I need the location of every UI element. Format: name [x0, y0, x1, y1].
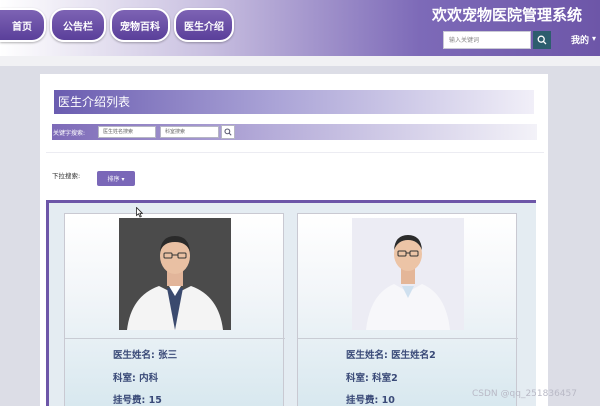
- keyword-search-label: 关键字搜索:: [53, 130, 86, 137]
- doctor-fee: 挂号费: 10: [346, 395, 395, 406]
- page-title: 医生介绍列表: [54, 90, 534, 114]
- photo-divider: [65, 338, 285, 339]
- doctor-department: 科室: 科室2: [346, 373, 398, 384]
- doctor-photo: [352, 218, 464, 330]
- search-icon: [537, 35, 547, 45]
- search-icon: [224, 128, 232, 136]
- nav-home[interactable]: 首页: [0, 8, 46, 42]
- doctor-fee: 挂号费: 15: [113, 395, 162, 406]
- nav-pet-encyclopedia[interactable]: 宠物百科: [110, 8, 170, 42]
- header-search-input[interactable]: [443, 31, 531, 49]
- doctor-department: 科室: 内科: [113, 373, 159, 384]
- header-strip: [0, 56, 600, 66]
- dropdown-search-label: 下拉搜索:: [52, 172, 81, 180]
- header-search: [443, 31, 551, 49]
- divider: [46, 152, 544, 153]
- department-search-input[interactable]: [160, 126, 219, 138]
- main-nav: 首页 公告栏 宠物百科 医生介绍: [0, 8, 238, 42]
- doctor-name: 医生姓名: 张三: [113, 350, 178, 361]
- nav-announcements[interactable]: 公告栏: [50, 8, 106, 42]
- user-menu[interactable]: 我的: [571, 33, 589, 46]
- nav-doctor-intro[interactable]: 医生介绍: [174, 8, 234, 42]
- doctor-name: 医生姓名: 医生姓名2: [346, 350, 436, 361]
- chevron-down-icon[interactable]: ▾: [592, 34, 596, 43]
- mouse-cursor-icon: [136, 203, 144, 222]
- keyword-search-button[interactable]: [221, 125, 235, 139]
- top-header: 首页 公告栏 宠物百科 医生介绍 欢欢宠物医院管理系统 我的 ▾: [0, 0, 600, 56]
- site-title: 欢欢宠物医院管理系统: [432, 6, 583, 24]
- keyword-search-bar: 关键字搜索:: [52, 124, 537, 140]
- watermark: CSDN @qq_251836457: [472, 389, 577, 399]
- doctor-name-search-input[interactable]: [98, 126, 156, 138]
- doctor-photo: [119, 218, 231, 330]
- sort-dropdown[interactable]: 排序 ▾: [97, 171, 135, 186]
- doctor-card[interactable]: 医生姓名: 张三 科室: 内科 挂号费: 15: [64, 213, 285, 406]
- photo-divider: [298, 338, 518, 339]
- doctor-card[interactable]: 医生姓名: 医生姓名2 科室: 科室2 挂号费: 10: [297, 213, 518, 406]
- header-search-button[interactable]: [533, 31, 551, 49]
